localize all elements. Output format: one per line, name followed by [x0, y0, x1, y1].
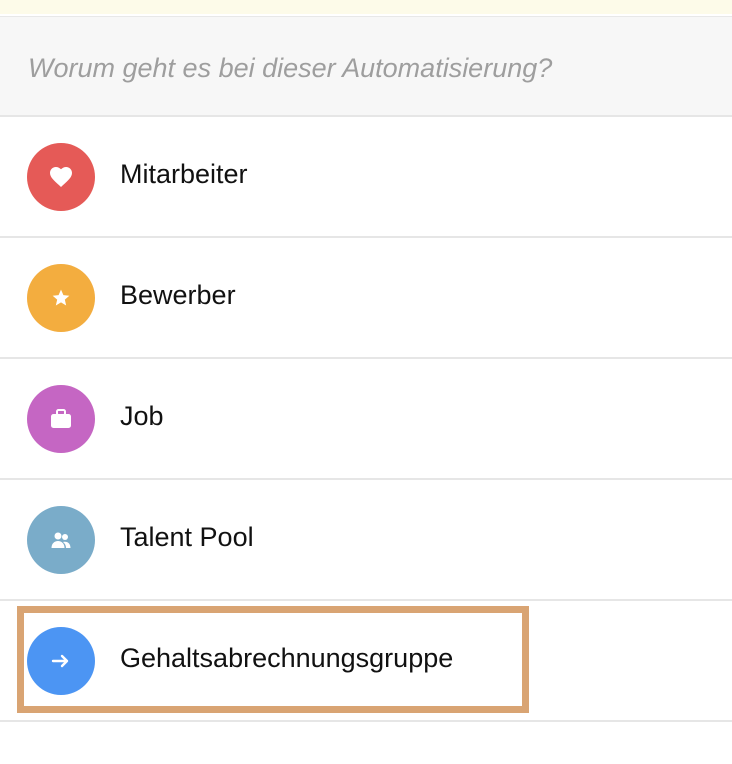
list-item-bewerber[interactable]: Bewerber [0, 238, 732, 359]
list-item-label: Mitarbeiter [120, 159, 248, 189]
list-item-label: Job [120, 401, 164, 431]
briefcase-icon [27, 385, 95, 453]
category-list: Mitarbeiter Bewerber Job Talent Pool Geh… [0, 117, 732, 722]
top-strip [0, 0, 732, 14]
arrow-right-icon [27, 627, 95, 695]
list-item-label: Talent Pool [120, 522, 254, 552]
list-item-mitarbeiter[interactable]: Mitarbeiter [0, 117, 732, 238]
list-item-talent-pool[interactable]: Talent Pool [0, 480, 732, 601]
list-item-label: Gehaltsabrechnungsgruppe [120, 643, 454, 673]
search-box[interactable]: Worum geht es bei dieser Automatisierung… [0, 16, 732, 117]
heart-icon [27, 143, 95, 211]
search-placeholder[interactable]: Worum geht es bei dieser Automatisierung… [28, 53, 552, 84]
automation-category-picker: Worum geht es bei dieser Automatisierung… [0, 0, 732, 764]
people-icon [27, 506, 95, 574]
list-item-label: Bewerber [120, 280, 236, 310]
star-icon [27, 264, 95, 332]
list-item-gehaltsabrechnungsgruppe[interactable]: Gehaltsabrechnungsgruppe [0, 601, 732, 722]
list-item-job[interactable]: Job [0, 359, 732, 480]
